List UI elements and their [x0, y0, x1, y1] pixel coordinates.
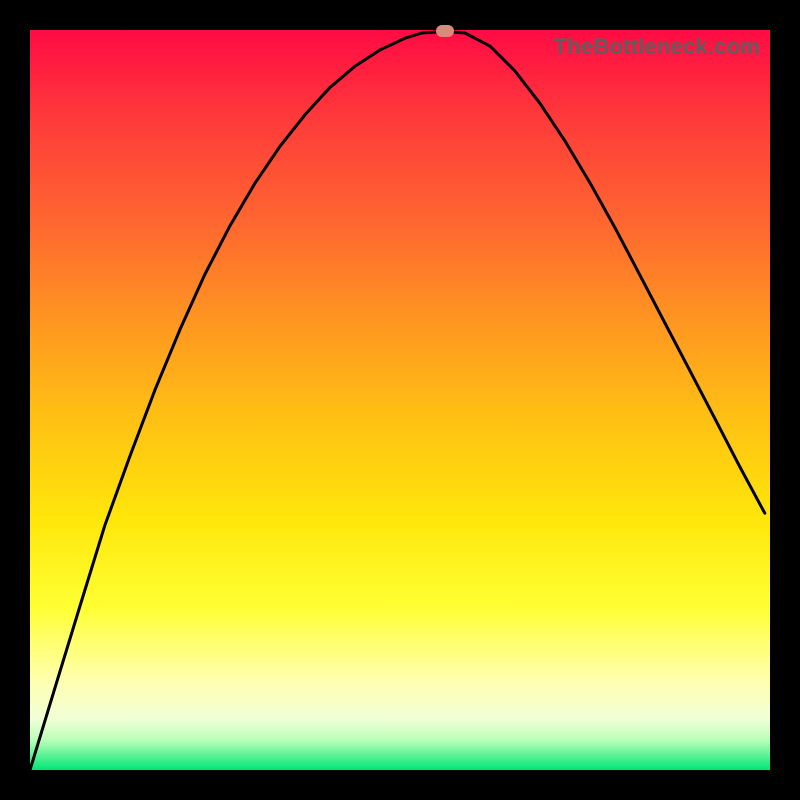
bottleneck-curve	[30, 30, 770, 770]
watermark-label: TheBottleneck.com	[554, 34, 760, 60]
chart-frame: TheBottleneck.com	[0, 0, 800, 800]
curve-path	[30, 32, 765, 771]
plot-area: TheBottleneck.com	[30, 30, 770, 770]
minimum-marker	[436, 25, 454, 37]
